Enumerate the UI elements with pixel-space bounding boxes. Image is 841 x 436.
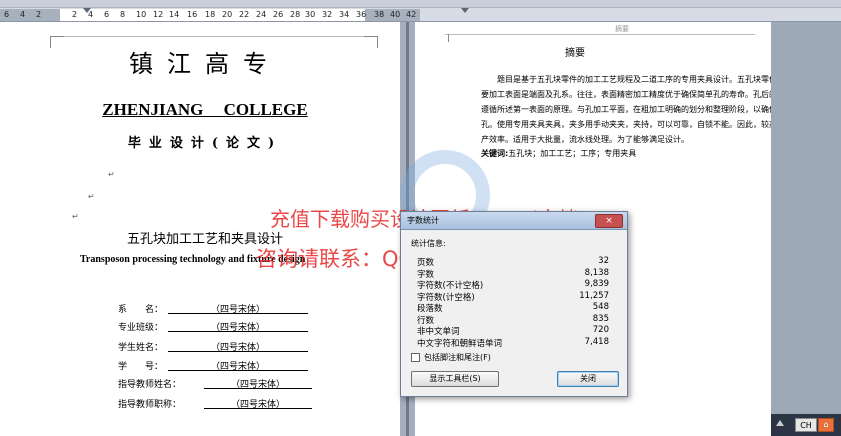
cover-field-row: 指导教师职称： （四号宋体） <box>118 397 348 413</box>
cover-field-label: 学 号： <box>118 362 164 372</box>
stat-row: 中文字符和朝鲜语单词 7,418 <box>417 336 609 349</box>
ruler-number: 6 <box>4 10 10 19</box>
keywords-label: 关键词: <box>481 149 509 158</box>
stat-value: 835 <box>592 313 609 324</box>
dialog-close-icon[interactable]: × <box>595 214 623 228</box>
cover-field-value[interactable]: （四号宋体） <box>204 377 312 390</box>
running-header: 摘要 <box>615 25 629 33</box>
horizontal-ruler[interactable]: 6 4 2 2 4 6 8 10 12 14 16 18 20 22 24 26 28 30 32 34 36 38 40 4… <box>0 0 841 22</box>
cover-field-value[interactable]: （四号宋体） <box>168 320 308 333</box>
stat-row: 段落数 548 <box>417 302 609 314</box>
stats-label: 统计信息: <box>411 239 446 248</box>
ruler-top-strip <box>0 0 841 8</box>
indent-marker-icon[interactable] <box>83 8 91 13</box>
ruler-number: 22 <box>239 10 250 19</box>
keywords-line: 关键词:五孔块；加工工艺；工序；专用夹具 <box>481 148 771 159</box>
footnotes-checkbox[interactable] <box>411 353 420 362</box>
stat-row: 字符数(不计空格) 9,839 <box>417 279 609 291</box>
cover-field-row: 学生姓名： （四号宋体） <box>118 340 348 356</box>
stat-value: 11,257 <box>579 290 609 301</box>
stat-value: 9,839 <box>584 279 609 289</box>
ruler-number: 36 <box>356 10 367 19</box>
paragraph-mark-icon: ↵ <box>88 192 95 201</box>
stat-name: 字数 <box>417 269 435 280</box>
ruler-number: 4 <box>20 10 26 19</box>
stat-name: 段落数 <box>417 304 443 314</box>
ruler-number: 40 <box>390 10 401 19</box>
cover-field-label: 系 名： <box>118 305 164 315</box>
ruler-number: 24 <box>256 10 267 19</box>
paragraph-mark-icon: ↵ <box>72 212 79 221</box>
stat-name: 页数 <box>417 258 435 268</box>
stat-row: 字数 8,138 <box>417 267 609 280</box>
right-indent-marker-icon[interactable] <box>461 8 469 13</box>
dialog-title: 字数统计 <box>407 216 439 225</box>
header-line <box>64 36 364 37</box>
workspace-background <box>771 22 841 414</box>
cover-field-value[interactable]: （四号宋体） <box>168 302 308 315</box>
ruler-number: 32 <box>322 10 333 19</box>
word-count-dialog[interactable]: 字数统计 × 统计信息: 页数 32 字数 8,138 字符数(不计空格) 9,839 字符… <box>400 211 628 397</box>
cover-field-row: 学 号： （四号宋体） <box>118 359 348 375</box>
ruler-number: 6 <box>104 10 110 19</box>
stat-name: 字符数(不计空格) <box>417 281 484 291</box>
ruler-number: 38 <box>374 10 385 19</box>
ruler-number: 30 <box>305 10 316 19</box>
cover-field-label: 学生姓名： <box>118 343 164 353</box>
keywords-text: 五孔块；加工工艺；工序；专用夹具 <box>508 149 637 158</box>
ruler-number: 2 <box>72 10 78 19</box>
stat-value: 32 <box>598 256 609 266</box>
document-type-title: 毕业设计(论文) <box>127 136 283 151</box>
stat-value: 8,138 <box>584 267 609 278</box>
stat-value: 548 <box>592 302 609 312</box>
cover-field-row: 指导教师姓名： （四号宋体） <box>118 377 348 393</box>
close-button[interactable]: 关闭 <box>557 371 619 387</box>
college-title-en: ZHENJIANG COLLEGE <box>102 100 308 119</box>
tray-expand-icon[interactable] <box>776 420 784 426</box>
cover-field-value[interactable]: （四号宋体） <box>204 397 312 410</box>
stat-value: 7,418 <box>584 336 609 347</box>
college-title: 镇江高专 <box>129 50 281 78</box>
ime-language-indicator[interactable]: CH <box>795 418 817 432</box>
abstract-body: 题目是基于五孔块零件的加工工艺规程及二道工序的专用夹具设计。五孔块零件的主要加工… <box>481 75 771 144</box>
paragraph-mark-icon: ↵ <box>108 170 115 179</box>
ruler-number: 18 <box>205 10 216 19</box>
cover-field-label: 指导教师职称： <box>118 400 182 410</box>
input-method-icon[interactable]: ⌂ <box>818 418 834 432</box>
ruler-number: 14 <box>169 10 180 19</box>
ruler-number: 28 <box>290 10 301 19</box>
dialog-titlebar[interactable]: 字数统计 × <box>401 212 627 230</box>
ruler-number: 42 <box>406 10 417 19</box>
ruler-number: 16 <box>187 10 198 19</box>
cover-field-row: 系 名： （四号宋体） <box>118 302 348 318</box>
stat-row: 非中文单词 720 <box>417 325 609 337</box>
footnotes-checkbox-label: 包括脚注和尾注(F) <box>424 353 491 362</box>
stat-row: 字符数(计空格) 11,257 <box>417 290 609 303</box>
abstract-title: 摘要 <box>565 48 585 59</box>
stat-name: 行数 <box>417 315 435 326</box>
stat-name: 中文字符和朝鲜语单词 <box>417 338 503 349</box>
cover-field-label: 专业班级： <box>118 323 164 333</box>
cover-field-value[interactable]: （四号宋体） <box>168 340 308 353</box>
include-footnotes-option[interactable]: 包括脚注和尾注(F) <box>411 352 491 363</box>
cover-field-row: 专业班级： （四号宋体） <box>118 320 348 336</box>
ruler-number: 20 <box>222 10 233 19</box>
cover-field-value[interactable]: （四号宋体） <box>168 359 308 372</box>
ruler-number: 8 <box>120 10 126 19</box>
show-toolbar-button[interactable]: 显示工具栏(S) <box>411 371 499 387</box>
stat-row: 页数 32 <box>417 256 609 268</box>
stat-name: 字符数(计空格) <box>417 292 475 303</box>
stat-row: 行数 835 <box>417 313 609 326</box>
cover-field-label: 指导教师姓名： <box>118 380 182 390</box>
header-line <box>445 34 755 35</box>
stat-name: 非中文单词 <box>417 327 460 337</box>
crop-mark <box>435 34 449 42</box>
ruler-number: 12 <box>153 10 164 19</box>
ruler-number: 2 <box>36 10 42 19</box>
stat-value: 720 <box>592 325 609 335</box>
ruler-number: 10 <box>136 10 147 19</box>
ruler-number: 34 <box>339 10 350 19</box>
ruler-number: 26 <box>273 10 284 19</box>
